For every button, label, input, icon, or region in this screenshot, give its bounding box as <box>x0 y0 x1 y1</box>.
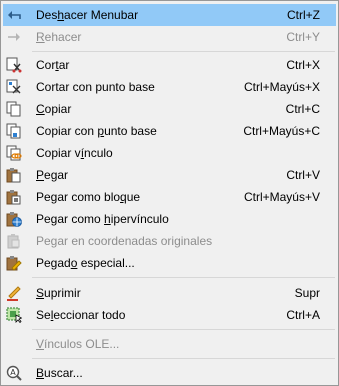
menu-item-cut-basepoint[interactable]: Cortar con punto base Ctrl+Mayús+X <box>3 76 336 98</box>
redo-icon <box>6 29 22 45</box>
cut-icon <box>6 57 22 73</box>
find-icon: A <box>6 365 22 381</box>
paste-icon <box>6 167 22 183</box>
paste-original-coords-icon <box>6 233 22 249</box>
menu-item-cut-shortcut: Ctrl+X <box>286 58 320 72</box>
menu-item-cut-label: Cortar <box>36 58 70 72</box>
svg-text:A: A <box>10 368 16 377</box>
menu-item-ole-links[interactable]: Vínculos OLE... <box>3 333 336 355</box>
menu-item-paste-label: Pegar <box>36 168 69 182</box>
menu-item-paste-original-coords-label: Pegar en coordenadas originales <box>36 234 213 248</box>
menu-item-copy-basepoint-label: Copiar con punto base <box>36 124 157 138</box>
menu-item-redo-shortcut: Ctrl+Y <box>286 30 320 44</box>
menu-item-copy-label: Copiar <box>36 102 72 116</box>
cut-basepoint-icon <box>6 79 22 95</box>
menu-item-copy-link[interactable]: Copiar vínculo <box>3 142 336 164</box>
menu-item-erase-label: Suprimir <box>36 286 81 300</box>
menu-item-copy[interactable]: Copiar Ctrl+C <box>3 98 336 120</box>
menu-item-select-all-label: Seleccionar todo <box>36 308 126 322</box>
menu-item-select-all[interactable]: Seleccionar todo Ctrl+A <box>3 304 336 326</box>
menu-item-paste-hyperlink[interactable]: Pegar como hipervínculo <box>3 208 336 230</box>
menu-item-copy-shortcut: Ctrl+C <box>285 102 320 116</box>
menu-item-copy-basepoint-shortcut: Ctrl+Mayús+C <box>243 124 320 138</box>
menu-item-paste-special-label: Pegado especial... <box>36 256 135 270</box>
edit-context-menu: Deshacer Menubar Ctrl+Z Rehacer Ctrl+Y C… <box>0 0 339 386</box>
menu-item-redo-label: Rehacer <box>36 30 82 44</box>
select-all-icon <box>6 307 22 323</box>
menu-item-undo[interactable]: Deshacer Menubar Ctrl+Z <box>3 4 336 26</box>
menu-item-paste-special[interactable]: Pegado especial... <box>3 252 336 274</box>
menu-separator <box>32 277 335 278</box>
menu-item-undo-shortcut: Ctrl+Z <box>287 8 320 22</box>
copy-link-icon <box>6 145 22 161</box>
menu-item-paste-block-shortcut: Ctrl+Mayús+V <box>243 190 320 204</box>
menu-item-cut-basepoint-label: Cortar con punto base <box>36 80 155 94</box>
menu-item-find[interactable]: A Buscar... <box>3 362 336 384</box>
paste-hyperlink-icon <box>6 211 22 227</box>
menu-item-cut-basepoint-shortcut: Ctrl+Mayús+X <box>243 80 320 94</box>
menu-separator <box>32 358 335 359</box>
paste-special-icon <box>6 255 22 271</box>
menu-separator <box>32 329 335 330</box>
menu-item-erase[interactable]: Suprimir Supr <box>3 282 336 304</box>
copy-basepoint-icon <box>6 123 22 139</box>
copy-icon <box>6 101 22 117</box>
menu-item-paste-shortcut: Ctrl+V <box>286 168 320 182</box>
menu-item-erase-shortcut: Supr <box>294 286 320 300</box>
paste-block-icon <box>6 189 22 205</box>
undo-icon <box>6 7 22 23</box>
menu-item-copy-link-label: Copiar vínculo <box>36 146 113 160</box>
erase-icon <box>6 285 22 301</box>
menu-item-redo[interactable]: Rehacer Ctrl+Y <box>3 26 336 48</box>
menu-item-copy-basepoint[interactable]: Copiar con punto base Ctrl+Mayús+C <box>3 120 336 142</box>
menu-item-paste-block[interactable]: Pegar como bloque Ctrl+Mayús+V <box>3 186 336 208</box>
menu-item-ole-links-label: Vínculos OLE... <box>36 337 120 351</box>
menu-item-select-all-shortcut: Ctrl+A <box>286 308 320 322</box>
menu-item-cut[interactable]: Cortar Ctrl+X <box>3 54 336 76</box>
menu-separator <box>32 51 335 52</box>
menu-item-paste-original-coords[interactable]: Pegar en coordenadas originales <box>3 230 336 252</box>
menu-item-find-label: Buscar... <box>36 366 83 380</box>
menu-item-paste-block-label: Pegar como bloque <box>36 190 141 204</box>
menu-item-paste[interactable]: Pegar Ctrl+V <box>3 164 336 186</box>
menu-item-undo-label: Deshacer Menubar <box>36 8 139 22</box>
menu-item-paste-hyperlink-label: Pegar como hipervínculo <box>36 212 169 226</box>
